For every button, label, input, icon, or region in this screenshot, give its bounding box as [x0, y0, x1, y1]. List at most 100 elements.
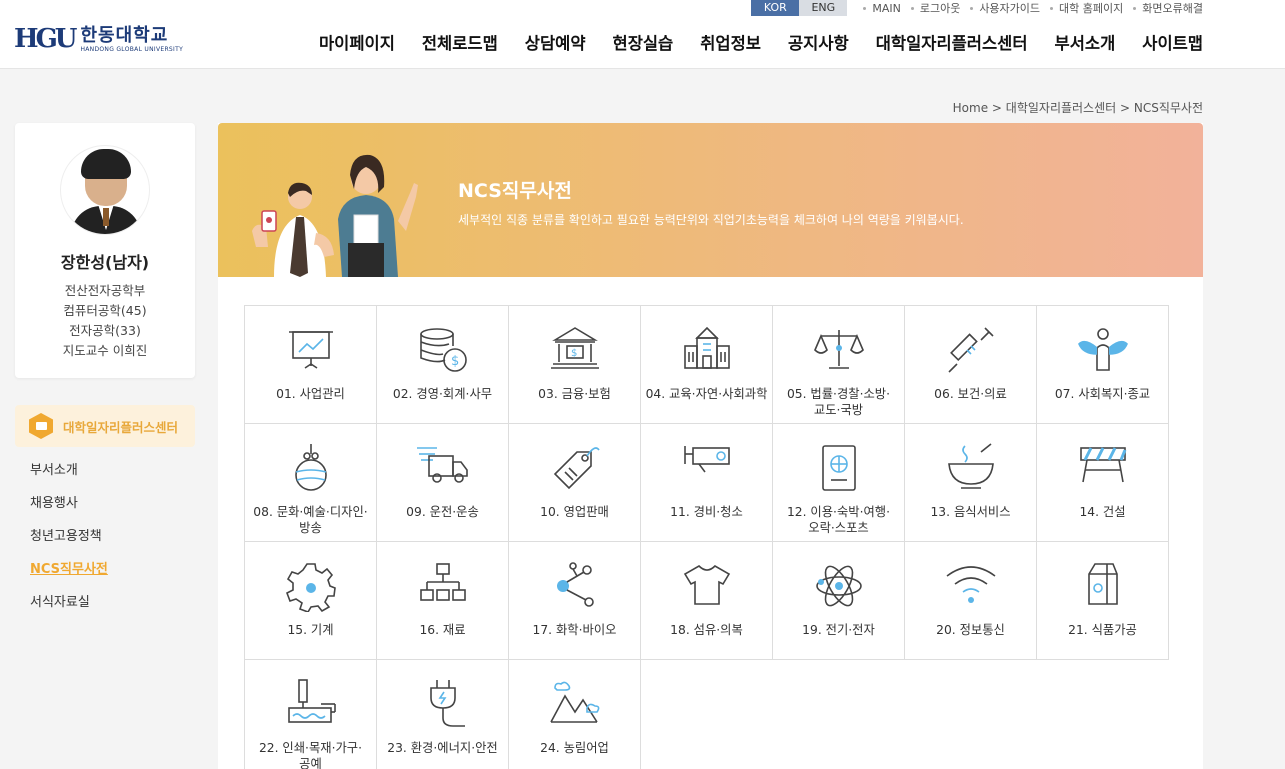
angel-icon — [1078, 328, 1128, 371]
category-label: 20. 정보통신 — [936, 623, 1005, 637]
atom-icon — [816, 565, 862, 607]
nav-job-center[interactable]: 대학일자리플러스센터 — [876, 30, 1028, 54]
util-link-main[interactable]: MAIN — [863, 0, 901, 16]
category-card[interactable]: 10. 영업판매 — [509, 424, 641, 542]
category-card[interactable]: 09. 운전·운송 — [377, 424, 509, 542]
bank-icon: $ — [551, 327, 599, 369]
category-label: 01. 사업관리 — [276, 387, 345, 401]
lang-eng-button[interactable]: ENG — [799, 0, 848, 16]
category-label: 17. 화학·바이오 — [532, 623, 617, 637]
svg-text:$: $ — [571, 348, 577, 359]
category-card[interactable]: 05. 법률·경찰·소방· 교도·국방 — [773, 306, 905, 424]
category-card[interactable]: 18. 섬유·의복 — [641, 542, 773, 660]
category-label: 04. 교육·자연·사회과학 — [645, 387, 768, 401]
category-card[interactable]: 01. 사업관리 — [245, 306, 377, 424]
nav-notice[interactable]: 공지사항 — [788, 30, 849, 54]
page-subtitle: 세부적인 직종 분류를 확인하고 필요한 능력단위와 직업기초능력을 체크하여 … — [458, 213, 964, 227]
category-label: 05. 법률·경찰·소방· 교도·국방 — [786, 387, 891, 417]
cctv-camera-icon — [684, 446, 730, 473]
category-card[interactable]: 08. 문화·예술·디자인· 방송 — [245, 424, 377, 542]
side-menu-title-text: 대학일자리플러스센터 — [63, 419, 179, 435]
category-label: 24. 농림어업 — [540, 741, 609, 755]
utility-links: MAIN 로그아웃 사용자가이드 대학 홈페이지 화면오류해결 — [853, 0, 1203, 16]
profile-name: 장한성(남자) — [60, 253, 150, 272]
nav-department[interactable]: 부서소개 — [1055, 30, 1116, 54]
side-menu: 부서소개 채용행사 청년고용정책 NCS직무사전 서식자료실 — [30, 462, 108, 627]
util-link-univ-home[interactable]: 대학 홈페이지 — [1050, 0, 1123, 16]
presentation-board-icon — [289, 331, 333, 369]
logo-name-en: HANDONG GLOBAL UNIVERSITY — [80, 45, 184, 53]
category-card[interactable]: 11. 경비·청소 — [641, 424, 773, 542]
nav-counsel[interactable]: 상담예약 — [525, 30, 586, 54]
category-label: 18. 섬유·의복 — [670, 623, 743, 637]
site-header: KOR ENG MAIN 로그아웃 사용자가이드 대학 홈페이지 화면오류해결 … — [0, 0, 1285, 69]
category-label: 03. 금융·보험 — [538, 387, 611, 401]
avatar — [60, 145, 150, 235]
side-item-department[interactable]: 부서소개 — [30, 462, 108, 495]
category-card[interactable]: 23. 환경·에너지·안전 — [377, 660, 509, 769]
category-card[interactable]: 14. 건설 — [1037, 424, 1169, 542]
nav-internship[interactable]: 현장실습 — [613, 30, 674, 54]
briefcase-icon — [29, 413, 53, 439]
category-card[interactable]: $ 02. 경영·회계·사무 — [377, 306, 509, 424]
category-label: 13. 음식서비스 — [930, 505, 1011, 519]
page-banner: NCS직무사전 세부적인 직종 분류를 확인하고 필요한 능력단위와 직업기초능… — [218, 123, 1203, 277]
side-menu-title: 대학일자리플러스센터 — [15, 405, 195, 447]
side-item-ncs-dictionary[interactable]: NCS직무사전 — [30, 561, 108, 594]
category-label: 22. 인쇄·목재·가구· 공예 — [258, 741, 363, 769]
category-label: 11. 경비·청소 — [670, 505, 743, 519]
category-card[interactable]: 06. 보건·의료 — [905, 306, 1037, 424]
category-card[interactable]: 13. 음식서비스 — [905, 424, 1037, 542]
ncs-category-grid: 01. 사업관리 $ 02. 경영·회계·사무 $ 03. 금융·보험 04. … — [244, 305, 1169, 769]
category-card[interactable]: $ 03. 금융·보험 — [509, 306, 641, 424]
truck-icon — [417, 447, 468, 483]
category-label: 19. 전기·전자 — [802, 623, 875, 637]
category-card[interactable]: 15. 기계 — [245, 542, 377, 660]
school-building-icon — [684, 326, 730, 369]
profile-card: 장한성(남자) 전산전자공학부 컴퓨터공학(45) 전자공학(33) 지도교수 … — [15, 123, 195, 378]
category-card[interactable]: 12. 이용·숙박·여행· 오락·스포츠 — [773, 424, 905, 542]
coins-dollar-icon: $ — [420, 328, 467, 372]
category-card[interactable]: 16. 재료 — [377, 542, 509, 660]
category-card[interactable]: 19. 전기·전자 — [773, 542, 905, 660]
category-card[interactable]: 04. 교육·자연·사회과학 — [641, 306, 773, 424]
molecule-icon — [557, 562, 594, 607]
side-item-forms[interactable]: 서식자료실 — [30, 594, 108, 627]
nav-sitemap[interactable]: 사이트맵 — [1142, 30, 1203, 54]
category-label: 14. 건설 — [1079, 505, 1126, 519]
category-label: 21. 식품가공 — [1068, 623, 1137, 637]
food-bowl-icon — [948, 443, 994, 489]
category-card[interactable]: 22. 인쇄·목재·가구· 공예 — [245, 660, 377, 769]
category-card[interactable]: 17. 화학·바이오 — [509, 542, 641, 660]
profile-major-2: 전자공학(33) — [69, 323, 141, 338]
category-label: 09. 운전·운송 — [406, 505, 479, 519]
category-label: 06. 보건·의료 — [934, 387, 1007, 401]
util-link-error-report[interactable]: 화면오류해결 — [1133, 0, 1203, 16]
category-card[interactable]: 21. 식품가공 — [1037, 542, 1169, 660]
profile-major-1: 컴퓨터공학(45) — [63, 303, 147, 318]
mountains-icon — [550, 681, 600, 723]
category-label: 15. 기계 — [287, 623, 334, 637]
category-card[interactable]: 07. 사회복지·종교 — [1037, 306, 1169, 424]
banner-illustration — [252, 154, 418, 277]
university-logo[interactable]: HGU 한동대학교 HANDONG GLOBAL UNIVERSITY — [14, 24, 183, 54]
util-link-logout[interactable]: 로그아웃 — [911, 0, 960, 16]
category-card[interactable]: 24. 농림어업 — [509, 660, 641, 769]
category-card[interactable]: 20. 정보통신 — [905, 542, 1037, 660]
side-item-youth-policy[interactable]: 청년고용정책 — [30, 528, 108, 561]
hierarchy-icon — [420, 563, 466, 601]
page-title: NCS직무사전 — [458, 180, 572, 202]
nav-mypage[interactable]: 마이페이지 — [319, 30, 395, 54]
nav-roadmap[interactable]: 전체로드맵 — [422, 30, 498, 54]
scales-icon — [814, 330, 864, 369]
category-label: 10. 영업판매 — [540, 505, 609, 519]
side-item-recruit-events[interactable]: 채용행사 — [30, 495, 108, 528]
nav-jobs[interactable]: 취업정보 — [700, 30, 761, 54]
lang-kor-button[interactable]: KOR — [751, 0, 800, 16]
tshirt-icon — [683, 565, 731, 605]
category-label: 16. 재료 — [419, 623, 466, 637]
passport-icon — [822, 445, 856, 491]
category-label: 12. 이용·숙박·여행· 오락·스포츠 — [786, 505, 891, 535]
price-tag-icon — [553, 447, 600, 490]
util-link-guide[interactable]: 사용자가이드 — [970, 0, 1040, 16]
